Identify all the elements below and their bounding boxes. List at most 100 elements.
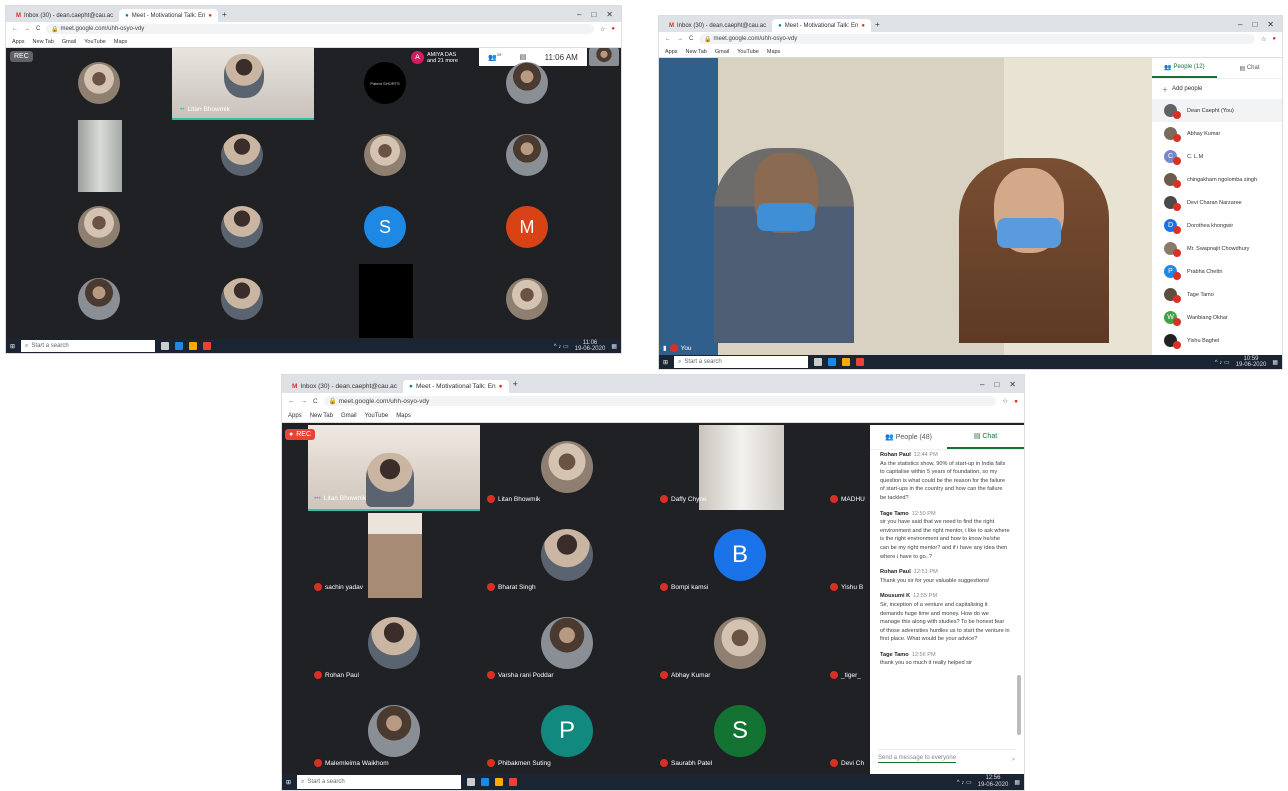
forward-icon[interactable]: → xyxy=(301,398,308,405)
profile-avatar[interactable]: ● xyxy=(1272,36,1276,42)
chrome-icon[interactable] xyxy=(203,342,212,350)
edge-icon[interactable] xyxy=(175,342,184,350)
people-list-item[interactable]: D Dorothea khongwir xyxy=(1152,214,1282,237)
back-icon[interactable]: ← xyxy=(665,36,671,42)
people-list-item[interactable]: Tage Tamo xyxy=(1152,283,1282,306)
participant-tile[interactable]: Rohan Paul xyxy=(308,601,481,689)
new-tab-button[interactable]: + xyxy=(871,20,884,29)
address-bar[interactable]: 🔒 meet.google.com/uhh-osyo-vdy xyxy=(46,24,594,34)
bookmark-apps[interactable]: Apps xyxy=(12,39,25,45)
chat-icon[interactable]: ▤ xyxy=(520,53,527,61)
bookmark-new-tab[interactable]: New Tab xyxy=(686,49,707,55)
people-list-item[interactable]: chingakham ngolomba singh xyxy=(1152,168,1282,191)
task-view-icon[interactable] xyxy=(814,358,823,366)
star-icon[interactable]: ☆ xyxy=(1002,397,1008,405)
tab-chat[interactable]: ▤ Chat xyxy=(947,425,1024,449)
participant-tile[interactable]: Malemleima Waikhom xyxy=(308,689,481,777)
back-icon[interactable]: ← xyxy=(288,398,295,405)
participant-tile[interactable]: Daffy Chyne xyxy=(654,425,827,513)
participant-tile[interactable]: Bharat Singh xyxy=(481,513,654,601)
bookmark-apps[interactable]: Apps xyxy=(665,49,678,55)
bookmark-maps[interactable]: Maps xyxy=(396,413,411,419)
people-list-item[interactable]: C C. L.M xyxy=(1152,145,1282,168)
bookmark-gmail[interactable]: Gmail xyxy=(62,39,76,45)
windows-start-icon[interactable]: ⊞ xyxy=(286,779,291,786)
task-view-icon[interactable] xyxy=(467,778,476,786)
bookmark-gmail[interactable]: Gmail xyxy=(341,413,357,419)
task-view-icon[interactable] xyxy=(161,342,170,350)
message-input[interactable]: Send a message to everyone ➤ xyxy=(878,749,1016,768)
explorer-icon[interactable] xyxy=(842,358,851,366)
tab-meet[interactable]: ● Meet - Motivational Talk: En ● xyxy=(403,380,509,393)
address-bar[interactable]: 🔒 meet.google.com/uhh-osyo-vdy xyxy=(699,34,1255,44)
tab-gmail[interactable]: M Inbox (30) - dean.caepht@cau.ac xyxy=(10,9,120,22)
send-icon[interactable]: ➤ xyxy=(1011,756,1016,763)
maximize-icon[interactable]: □ xyxy=(1252,20,1257,29)
tab-chat[interactable]: ▤ Chat xyxy=(1217,58,1282,78)
add-people-button[interactable]: ＋ Add people xyxy=(1152,79,1282,99)
back-icon[interactable]: ← xyxy=(12,26,18,32)
bookmark-new-tab[interactable]: New Tab xyxy=(33,39,54,45)
people-list-item[interactable]: Abhay Kumar xyxy=(1152,122,1282,145)
bookmark-maps[interactable]: Maps xyxy=(767,49,780,55)
tray-icons[interactable]: ^ ♪ ▭ xyxy=(554,343,569,350)
participant-tile[interactable]: Litan Bhowmik xyxy=(481,425,654,513)
tab-people[interactable]: 👥 People (12) xyxy=(1152,58,1217,78)
people-icon[interactable]: 👥29 xyxy=(488,52,501,61)
people-list-item[interactable]: Devi Charan Narzaree xyxy=(1152,191,1282,214)
people-list-item[interactable]: Mr. Swapnajit Chowdhury xyxy=(1152,237,1282,260)
bookmark-new-tab[interactable]: New Tab xyxy=(310,413,333,419)
explorer-icon[interactable] xyxy=(495,778,504,786)
chat-scrollbar[interactable] xyxy=(1017,675,1021,735)
address-bar[interactable]: 🔒 meet.google.com/uhh-osyo-vdy xyxy=(323,396,997,406)
maximize-icon[interactable]: □ xyxy=(591,10,596,19)
reload-icon[interactable]: C xyxy=(689,36,693,42)
presenter-video[interactable]: •• Litan Bhowmik xyxy=(172,48,314,120)
forward-icon[interactable]: → xyxy=(677,36,683,42)
tab-people[interactable]: 👥 People (48) xyxy=(870,425,947,449)
participant-tile[interactable]: B Bompi kamsi xyxy=(654,513,827,601)
new-tab-button[interactable]: + xyxy=(509,379,522,389)
participant-tile[interactable]: Abhay Kumar xyxy=(654,601,827,689)
people-list-item[interactable]: P Prabha Chettri xyxy=(1152,260,1282,283)
tab-meet[interactable]: ● Meet - Motivational Talk: En ● xyxy=(119,9,218,22)
participant-tile[interactable]: ••• Litan Bhowmik xyxy=(308,425,481,513)
windows-start-icon[interactable]: ⊞ xyxy=(10,343,15,350)
people-list-item[interactable]: W Wanbiang Dkhar xyxy=(1152,306,1282,329)
edge-icon[interactable] xyxy=(828,358,837,366)
minimize-icon[interactable]: – xyxy=(980,380,984,389)
minimize-icon[interactable]: – xyxy=(1238,20,1242,29)
notification-icon[interactable]: ▦ xyxy=(611,343,617,350)
star-icon[interactable]: ☆ xyxy=(1261,36,1266,43)
people-list-item[interactable]: Dean Caepht (You) xyxy=(1152,99,1282,122)
tray-icons[interactable]: ^ ♪ ▭ xyxy=(1215,359,1230,366)
minimize-icon[interactable]: – xyxy=(577,10,581,19)
notification-icon[interactable]: ▦ xyxy=(1272,359,1278,366)
close-icon[interactable]: ✕ xyxy=(1267,20,1274,29)
profile-avatar[interactable]: ● xyxy=(611,26,615,32)
bookmark-gmail[interactable]: Gmail xyxy=(715,49,729,55)
participant-tile[interactable]: P Phibakmen Suting xyxy=(481,689,654,777)
bookmark-apps[interactable]: Apps xyxy=(288,413,302,419)
chrome-icon[interactable] xyxy=(856,358,865,366)
tab-gmail[interactable]: M Inbox (30) - dean.caepht@cau.ac xyxy=(663,19,773,32)
profile-avatar[interactable]: ● xyxy=(1014,398,1018,405)
windows-start-icon[interactable]: ⊞ xyxy=(663,359,668,366)
participant-tile[interactable]: Varsha rani Poddar xyxy=(481,601,654,689)
taskbar-search[interactable]: ⌕ Start a search xyxy=(21,340,156,352)
tab-meet[interactable]: ● Meet - Motivational Talk: En ● xyxy=(772,19,871,32)
people-list-item[interactable]: Yishu Baghel xyxy=(1152,329,1282,352)
forward-icon[interactable]: → xyxy=(24,26,30,32)
tab-gmail[interactable]: M Inbox (30) - dean.caepht@cau.ac xyxy=(286,380,403,393)
close-icon[interactable]: ✕ xyxy=(606,10,613,19)
bookmark-youtube[interactable]: YouTube xyxy=(737,49,759,55)
close-icon[interactable]: ✕ xyxy=(1009,380,1016,389)
bookmark-youtube[interactable]: YouTube xyxy=(84,39,106,45)
new-tab-button[interactable]: + xyxy=(218,10,231,19)
participant-tile[interactable]: sachin yadav xyxy=(308,513,481,601)
participant-tile[interactable]: S Saurabh Patel xyxy=(654,689,827,777)
taskbar-search[interactable]: ⌕ Start a search xyxy=(674,356,809,368)
bookmark-youtube[interactable]: YouTube xyxy=(365,413,389,419)
star-icon[interactable]: ☆ xyxy=(600,26,605,33)
chrome-icon[interactable] xyxy=(509,778,518,786)
